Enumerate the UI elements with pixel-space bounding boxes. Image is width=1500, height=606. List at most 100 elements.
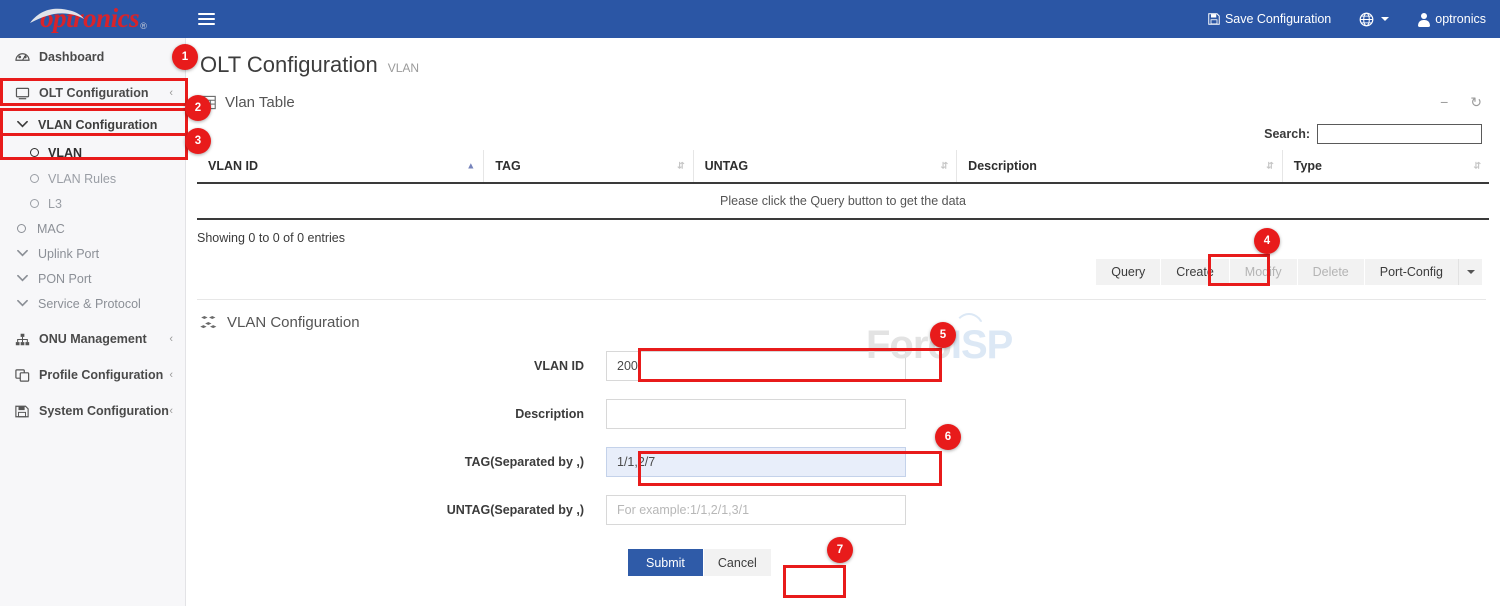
sidebar-item-vlan-rules[interactable]: VLAN Rules (0, 166, 185, 191)
column-label: UNTAG (705, 159, 749, 173)
tag-input[interactable] (606, 447, 906, 477)
page-title: OLT Configuration (200, 52, 378, 78)
sidebar-item-onu-management[interactable]: ONU Management ‹ (0, 326, 185, 352)
refresh-icon[interactable]: ↻ (1470, 94, 1482, 111)
topbar-right-group: Save Configuration optronics (1194, 0, 1500, 38)
main-content: OLT Configuration VLAN Vlan Table − (186, 38, 1500, 606)
form-row-description: Description (186, 399, 1500, 429)
sidebar-item-vlan-configuration[interactable]: VLAN Configuration (0, 111, 185, 139)
logo-text: optronics (40, 5, 139, 32)
modify-button[interactable]: Modify (1230, 259, 1297, 285)
sidebar-item-label: VLAN (48, 146, 82, 160)
description-input[interactable] (606, 399, 906, 429)
column-label: TAG (495, 159, 520, 173)
port-config-dropdown: Port-Config (1365, 259, 1482, 285)
chevron-left-icon: ‹ (169, 405, 173, 417)
caret-down-icon (1381, 17, 1389, 21)
query-button[interactable]: Query (1096, 259, 1160, 285)
chevron-down-icon (14, 273, 30, 285)
clone-icon (14, 369, 30, 382)
sort-both-icon: ⇵ (1473, 162, 1481, 171)
delete-button[interactable]: Delete (1298, 259, 1364, 285)
logo-registered-mark: ® (140, 21, 147, 31)
form-row-untag: UNTAG(Separated by ,) (186, 495, 1500, 525)
sidebar-item-label: Dashboard (39, 50, 104, 64)
sidebar-item-label: VLAN Configuration (38, 118, 157, 132)
port-config-caret-button[interactable] (1458, 259, 1482, 285)
vlan-table: VLAN ID ▲ TAG ⇵ UNTAG ⇵ Description (197, 150, 1489, 220)
sidebar-item-pon-port[interactable]: PON Port (0, 266, 185, 291)
column-header-untag[interactable]: UNTAG ⇵ (693, 150, 957, 183)
sidebar-item-uplink-port[interactable]: Uplink Port (0, 241, 185, 266)
form-action-buttons: Submit Cancel (186, 549, 1500, 576)
sidebar-item-label: PON Port (38, 272, 92, 286)
sidebar-item-label: Service & Protocol (38, 297, 141, 311)
vlan-id-input[interactable] (606, 351, 906, 381)
minus-icon[interactable]: − (1440, 94, 1448, 110)
table-showing-info: Showing 0 to 0 of 0 entries (186, 220, 1500, 245)
sidebar-item-service-protocol[interactable]: Service & Protocol (0, 291, 185, 316)
language-selector[interactable] (1345, 0, 1403, 38)
column-header-vlan-id[interactable]: VLAN ID ▲ (197, 150, 484, 183)
column-header-type[interactable]: Type ⇵ (1282, 150, 1489, 183)
sort-both-icon: ⇵ (941, 162, 949, 171)
chevron-left-icon: ‹ (169, 369, 173, 381)
table-empty-message: Please click the Query button to get the… (197, 183, 1489, 219)
chevron-left-icon: ‹ (169, 333, 173, 345)
table-empty-row: Please click the Query button to get the… (197, 183, 1489, 219)
chevron-down-icon (14, 248, 30, 260)
circle-icon (30, 148, 39, 157)
column-header-description[interactable]: Description ⇵ (957, 150, 1283, 183)
sidebar-item-label: ONU Management (39, 332, 147, 346)
sidebar-item-dashboard[interactable]: Dashboard (0, 44, 185, 69)
cancel-button[interactable]: Cancel (704, 549, 771, 576)
chevron-down-icon (14, 298, 30, 310)
create-button[interactable]: Create (1161, 259, 1229, 285)
floppy-disk-icon (1208, 13, 1220, 25)
column-label: Description (968, 159, 1037, 173)
circle-icon (30, 174, 39, 183)
panel-title-label: Vlan Table (225, 94, 295, 111)
sidebar-item-vlan[interactable]: VLAN (0, 139, 185, 166)
sidebar-item-olt-configuration[interactable]: OLT Configuration ‹ (0, 79, 185, 107)
form-title: VLAN Configuration (227, 314, 360, 331)
globe-icon (1359, 12, 1374, 27)
chevron-down-icon (14, 119, 30, 131)
sidebar-item-mac[interactable]: MAC (0, 216, 185, 241)
sort-both-icon: ⇵ (677, 162, 685, 171)
user-icon (1417, 13, 1430, 26)
chevron-left-icon: ‹ (169, 87, 173, 99)
brand-logo[interactable]: optronics ® (0, 0, 186, 38)
panel-tools: − ↻ (1440, 94, 1482, 111)
vlan-table-panel: Vlan Table − ↻ Search: (186, 88, 1500, 300)
hamburger-icon[interactable] (186, 0, 226, 38)
sidebar-item-label: Profile Configuration (39, 368, 163, 382)
table-header-row: VLAN ID ▲ TAG ⇵ UNTAG ⇵ Description (197, 150, 1489, 183)
sidebar-item-label: VLAN Rules (48, 172, 116, 186)
sidebar-item-l3[interactable]: L3 (0, 191, 185, 216)
save-configuration-label: Save Configuration (1225, 12, 1331, 26)
top-navbar: optronics ® Save Configuration (0, 0, 1500, 38)
table-icon (200, 95, 216, 110)
dashboard-icon (14, 50, 30, 63)
panel-header: Vlan Table − ↻ (186, 88, 1500, 116)
save-configuration-button[interactable]: Save Configuration (1194, 0, 1345, 38)
user-menu[interactable]: optronics (1403, 0, 1500, 38)
username-label: optronics (1435, 12, 1486, 26)
save-icon (14, 405, 30, 418)
sidebar-item-profile-configuration[interactable]: Profile Configuration ‹ (0, 362, 185, 388)
sidebar-item-system-configuration[interactable]: System Configuration ‹ (0, 398, 185, 424)
port-config-button[interactable]: Port-Config (1365, 259, 1458, 285)
column-header-tag[interactable]: TAG ⇵ (484, 150, 693, 183)
circle-icon (17, 224, 26, 233)
column-label: VLAN ID (208, 159, 258, 173)
untag-input[interactable] (606, 495, 906, 525)
submit-button[interactable]: Submit (628, 549, 703, 576)
field-label-description: Description (186, 407, 606, 421)
table-action-buttons: Query Create Modify Delete Port-Config (186, 245, 1500, 285)
search-input[interactable] (1317, 124, 1482, 144)
caret-down-icon (1467, 270, 1475, 274)
sidebar-nav: Dashboard OLT Configuration ‹ VLAN Confi… (0, 38, 186, 606)
sitemap-icon (14, 333, 30, 346)
table-search-row: Search: (186, 116, 1500, 150)
